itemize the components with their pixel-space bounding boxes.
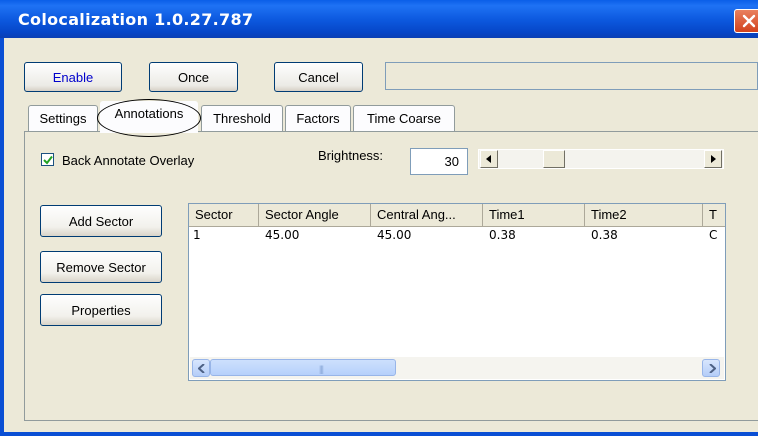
enable-button-label: Enable bbox=[52, 70, 94, 85]
arrow-left-icon bbox=[486, 155, 491, 163]
cancel-button[interactable]: Cancel bbox=[274, 62, 363, 92]
scroll-right-button[interactable] bbox=[702, 359, 720, 377]
status-field bbox=[385, 62, 758, 90]
tab-settings[interactable]: Settings bbox=[28, 105, 98, 131]
cell-sector-angle: 45.00 bbox=[265, 228, 300, 242]
title-bar[interactable]: Colocalization 1.0.27.787 bbox=[0, 0, 758, 38]
arrow-right-icon bbox=[711, 155, 716, 163]
column-header-time2[interactable]: Time2 bbox=[585, 204, 703, 226]
column-header-central-angle[interactable]: Central Ang... bbox=[371, 204, 483, 226]
once-button-label: Once bbox=[177, 70, 210, 85]
horizontal-scrollbar[interactable]: ||| bbox=[190, 357, 724, 379]
back-annotate-label: Back Annotate Overlay bbox=[62, 153, 195, 168]
column-header-time1[interactable]: Time1 bbox=[483, 204, 585, 226]
add-sector-label: Add Sector bbox=[68, 214, 134, 229]
cell-time2: 0.38 bbox=[591, 228, 618, 242]
tab-factors-label: Factors bbox=[296, 111, 340, 126]
window-title: Colocalization 1.0.27.787 bbox=[18, 10, 254, 29]
column-header-sector-angle[interactable]: Sector Angle bbox=[259, 204, 371, 226]
cell-time1: 0.38 bbox=[489, 228, 516, 242]
window-frame-left bbox=[0, 38, 4, 436]
tab-factors[interactable]: Factors bbox=[285, 105, 351, 131]
scroll-left-button[interactable] bbox=[192, 359, 210, 377]
back-annotate-checkbox[interactable] bbox=[41, 153, 54, 166]
add-sector-button[interactable]: Add Sector bbox=[40, 205, 162, 237]
window-frame-bottom bbox=[0, 432, 758, 436]
horizontal-scroll-thumb[interactable]: ||| bbox=[210, 359, 396, 376]
tab-annotations-label: Annotations bbox=[114, 106, 184, 121]
cell-t: C bbox=[709, 228, 718, 242]
arrow-right-icon bbox=[709, 364, 716, 373]
close-icon bbox=[742, 14, 756, 28]
properties-label: Properties bbox=[71, 303, 131, 318]
brightness-slider-thumb[interactable] bbox=[543, 150, 565, 168]
once-button[interactable]: Once bbox=[149, 62, 238, 92]
column-header-t[interactable]: T bbox=[703, 204, 725, 226]
grip-icon: ||| bbox=[319, 364, 324, 374]
tab-time-coarse-label: Time Coarse bbox=[367, 111, 441, 126]
brightness-input[interactable]: 30 bbox=[410, 148, 468, 175]
tab-settings-label: Settings bbox=[39, 111, 87, 126]
brightness-right-arrow[interactable] bbox=[704, 150, 722, 168]
cell-sector: 1 bbox=[193, 228, 201, 242]
enable-button[interactable]: Enable bbox=[24, 62, 122, 92]
remove-sector-label: Remove Sector bbox=[56, 260, 146, 275]
brightness-slider[interactable] bbox=[478, 149, 724, 169]
arrow-left-icon bbox=[198, 364, 205, 373]
tab-time-coarse[interactable]: Time Coarse bbox=[353, 105, 455, 131]
remove-sector-button[interactable]: Remove Sector bbox=[40, 251, 162, 283]
tab-threshold-label: Threshold bbox=[213, 111, 271, 126]
cancel-button-label: Cancel bbox=[298, 70, 339, 85]
check-icon bbox=[43, 155, 53, 165]
sector-grid[interactable]: Sector Sector Angle Central Ang... Time1… bbox=[188, 203, 726, 381]
brightness-left-arrow[interactable] bbox=[480, 150, 498, 168]
tab-threshold[interactable]: Threshold bbox=[201, 105, 283, 131]
app-window: Colocalization 1.0.27.787 Enable Once Ca… bbox=[0, 0, 758, 436]
grid-header: Sector Sector Angle Central Ang... Time1… bbox=[189, 204, 725, 227]
tab-annotations[interactable]: Annotations bbox=[100, 101, 198, 133]
column-header-sector[interactable]: Sector bbox=[189, 204, 259, 226]
close-button[interactable] bbox=[734, 9, 758, 33]
properties-button[interactable]: Properties bbox=[40, 294, 162, 326]
cell-central-angle: 45.00 bbox=[377, 228, 412, 242]
brightness-label: Brightness: bbox=[318, 148, 384, 163]
